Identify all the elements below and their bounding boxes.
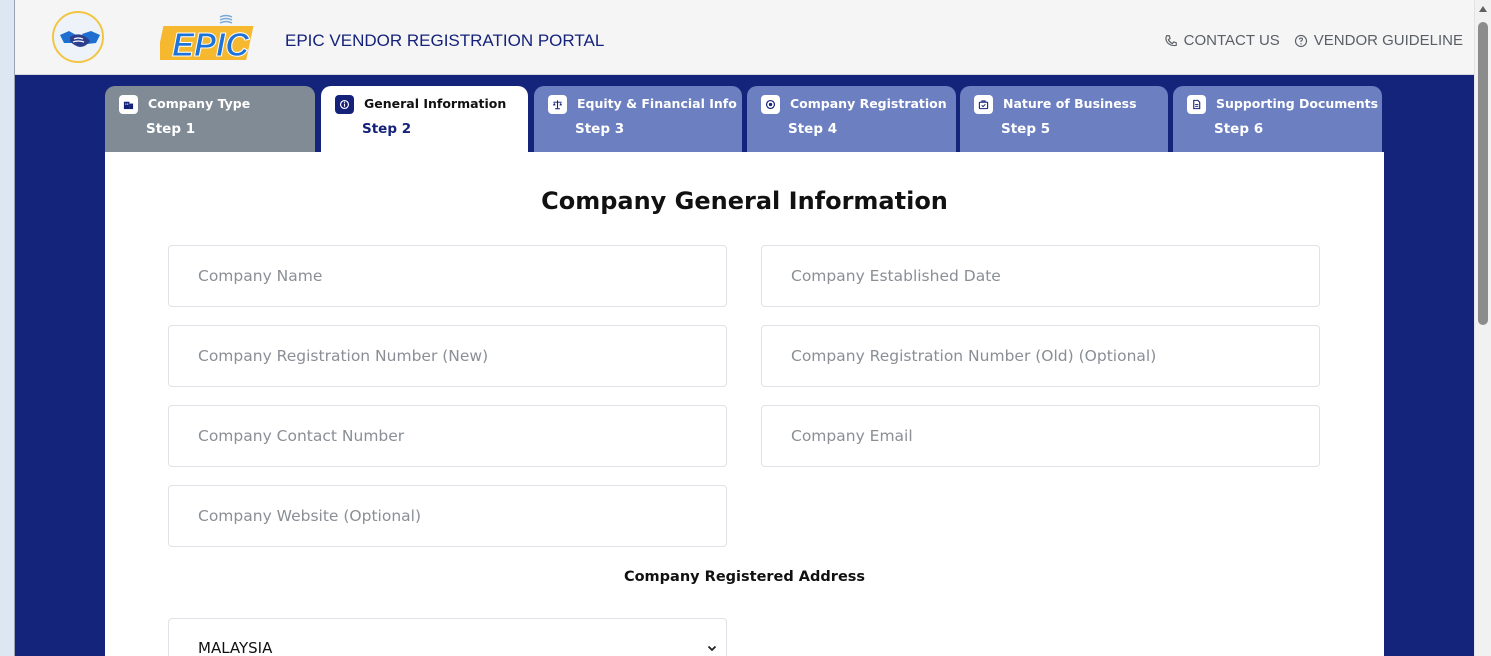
left-gutter — [0, 0, 14, 656]
country-selected-value: MALAYSIA — [198, 639, 273, 656]
document-icon — [1187, 95, 1206, 114]
portal-title: EPIC VENDOR REGISTRATION PORTAL — [285, 31, 605, 50]
registration-number-old-input[interactable] — [762, 326, 1319, 386]
handshake-icon — [60, 31, 100, 47]
question-circle-icon — [1294, 34, 1307, 47]
country-select[interactable]: MALAYSIA — [168, 618, 727, 656]
vendor-guideline-label: VENDOR GUIDELINE — [1313, 32, 1463, 49]
form-title: Company General Information — [541, 187, 948, 215]
tab-equity-financial[interactable]: Equity & Financial Info Step 3 — [534, 86, 742, 152]
tab-label: Equity & Financial Info — [577, 96, 737, 111]
top-header: EPIC EPIC VENDOR REGISTRATION PORTAL CON… — [15, 0, 1474, 75]
scale-icon — [548, 95, 567, 114]
briefcase-icon — [974, 95, 993, 114]
scroll-up-arrow-icon[interactable] — [1479, 6, 1487, 12]
established-date-field[interactable] — [761, 245, 1320, 307]
tab-step: Step 4 — [788, 121, 838, 137]
page-scrollbar[interactable] — [1474, 0, 1491, 656]
contact-us-link[interactable]: CONTACT US — [1164, 32, 1280, 49]
tab-company-type[interactable]: Company Type Step 1 — [105, 86, 315, 152]
tab-supporting-documents[interactable]: Supporting Documents Step 6 — [1173, 86, 1382, 152]
chevron-down-icon — [707, 645, 717, 652]
contact-number-field[interactable] — [168, 405, 727, 467]
svg-text:EPIC: EPIC — [172, 26, 250, 62]
tab-step: Step 1 — [146, 121, 196, 137]
badge-icon — [761, 95, 780, 114]
info-icon — [335, 95, 354, 114]
company-name-input[interactable] — [169, 246, 726, 306]
browser-viewport: EPIC EPIC VENDOR REGISTRATION PORTAL CON… — [14, 0, 1474, 656]
tab-step: Step 2 — [362, 121, 412, 137]
scroll-thumb[interactable] — [1478, 22, 1488, 325]
company-name-field[interactable] — [168, 245, 727, 307]
tab-general-information[interactable]: General Information Step 2 — [321, 86, 528, 152]
registration-number-new-field[interactable] — [168, 325, 727, 387]
contact-number-input[interactable] — [169, 406, 726, 466]
tab-step: Step 3 — [575, 121, 625, 137]
registration-number-old-field[interactable] — [761, 325, 1320, 387]
tab-label: General Information — [364, 96, 507, 111]
tab-label: Supporting Documents — [1216, 96, 1379, 111]
tab-label: Nature of Business — [1003, 96, 1137, 111]
vendor-guideline-link[interactable]: VENDOR GUIDELINE — [1294, 32, 1463, 49]
handshake-logo — [52, 11, 104, 63]
tab-company-registration[interactable]: Company Registration Step 4 — [747, 86, 956, 152]
registered-address-heading: Company Registered Address — [623, 569, 866, 585]
company-website-field[interactable] — [168, 485, 727, 547]
company-email-input[interactable] — [762, 406, 1319, 466]
epic-logo: EPIC — [156, 14, 258, 64]
tab-label: Company Registration — [790, 96, 947, 111]
form-panel: Company General Information Company Regi… — [105, 152, 1384, 656]
header-links: CONTACT US VENDOR GUIDELINE — [1164, 32, 1463, 49]
phone-icon — [1165, 34, 1177, 46]
established-date-input[interactable] — [762, 246, 1319, 306]
building-icon — [119, 95, 138, 114]
tab-step: Step 6 — [1214, 121, 1264, 137]
tab-step: Step 5 — [1001, 121, 1051, 137]
tab-nature-of-business[interactable]: Nature of Business Step 5 — [960, 86, 1168, 152]
company-email-field[interactable] — [761, 405, 1320, 467]
tab-label: Company Type — [148, 96, 251, 111]
registration-number-new-input[interactable] — [169, 326, 726, 386]
contact-us-label: CONTACT US — [1183, 32, 1280, 49]
company-website-input[interactable] — [169, 486, 726, 546]
